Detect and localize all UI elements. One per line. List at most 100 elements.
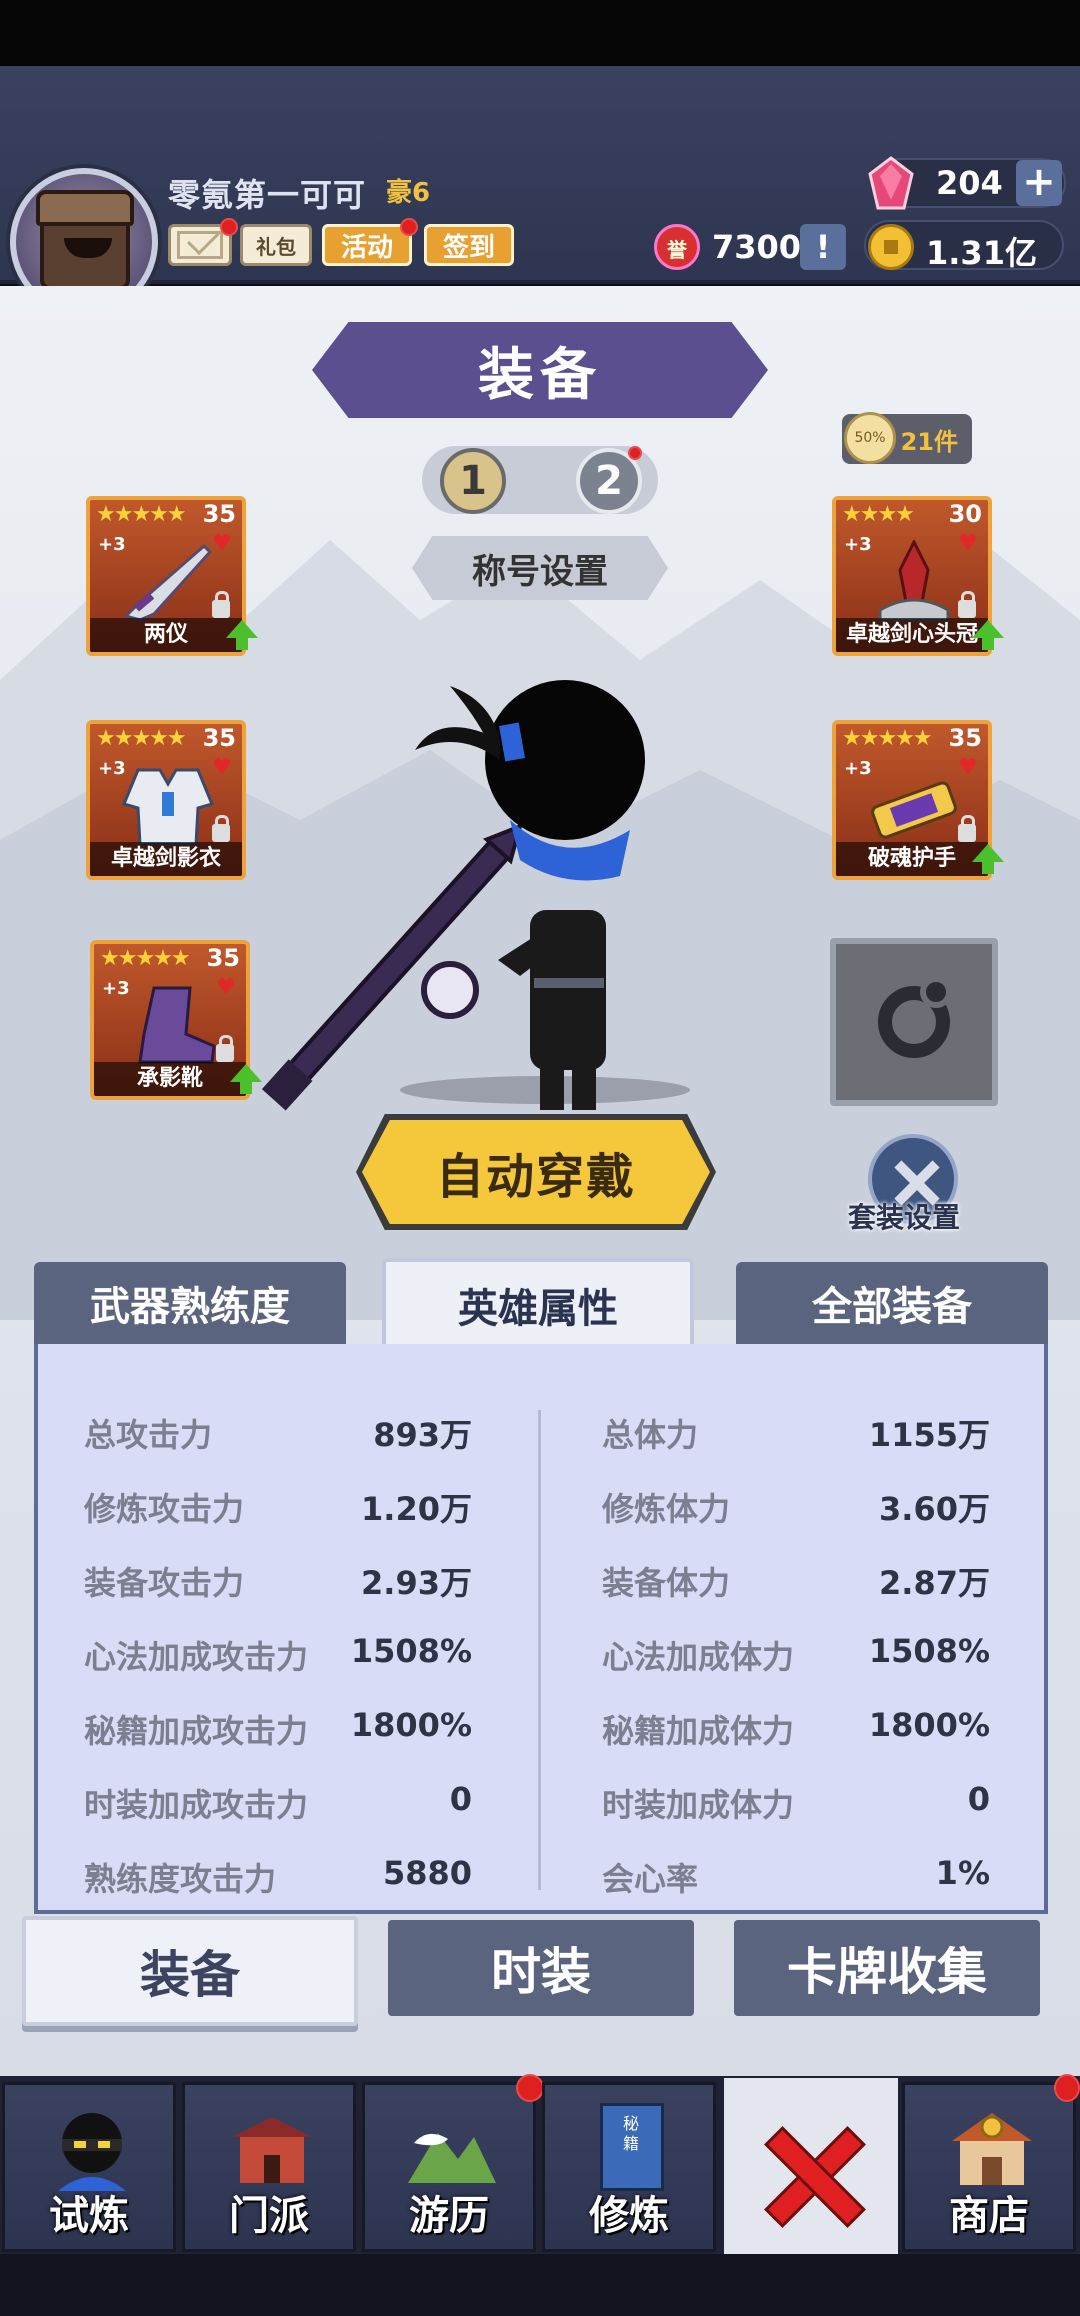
gem-value: 204 (936, 164, 1003, 202)
gauntlet-icon (871, 781, 957, 839)
envelope-icon (177, 231, 223, 259)
stat-value: 893万 (373, 1416, 472, 1454)
gold-value: 1.31亿 (926, 234, 1037, 272)
stat-label: 总攻击力 (84, 1416, 213, 1454)
stat-row: 装备体力 (602, 1558, 730, 1608)
lock-icon (958, 591, 976, 618)
nav-label: 试炼 (49, 2193, 129, 2239)
stat-row: 心法加成体力 (602, 1632, 794, 1682)
category-fashion[interactable]: 时装 (388, 1920, 694, 2016)
gift-pack-button[interactable]: 礼包 (240, 224, 312, 266)
nav-label: 游历 (409, 2193, 489, 2239)
slot-stars: ★★★★★ (96, 502, 187, 527)
stat-value: 1508% (868, 1632, 990, 1670)
pieces-count: 21件 (900, 427, 958, 456)
player-name: 零氪第一可可 (168, 176, 367, 214)
stat-label: 熟练度攻击力 (84, 1860, 277, 1898)
tab-hero-attributes[interactable]: 英雄属性 (382, 1258, 694, 1348)
add-gems-button[interactable]: + (1016, 160, 1062, 206)
stat-row: 修炼体力 (602, 1484, 730, 1534)
nav-label: 门派 (229, 2193, 309, 2239)
loadout-2-notification-dot (628, 446, 642, 460)
stat-row: 时装加成体力 (602, 1780, 794, 1830)
pieces-icon-text: 50% (854, 430, 886, 446)
slot-stars: ★★★★★ (96, 726, 187, 751)
sword-icon (123, 543, 213, 622)
slot-stars: ★★★★★ (100, 946, 191, 971)
stat-value: 1.20万 (361, 1490, 472, 1528)
close-icon[interactable] (760, 2124, 860, 2224)
nav-trial[interactable]: 试炼 (2, 2082, 176, 2252)
stat-value: 1508% (350, 1632, 472, 1670)
mountain-icon (408, 2133, 496, 2183)
stat-row: 装备攻击力 (84, 1558, 244, 1608)
nav-label: 商店 (949, 2193, 1029, 2239)
honor-value: 7300 (712, 228, 802, 266)
nav-sect[interactable]: 门派 (182, 2082, 356, 2252)
stat-row: 会心率 (602, 1854, 698, 1904)
slot-name: 两仪 (90, 618, 242, 652)
honor-info-button[interactable]: ! (800, 224, 846, 270)
stat-value: 1% (935, 1854, 990, 1892)
slot-level: 35 (202, 500, 236, 528)
category-card-collection[interactable]: 卡牌收集 (734, 1920, 1040, 2016)
gauntlet-slot[interactable]: ★★★★★ 35 +3 ♥ 破魂护手 (832, 720, 992, 880)
stat-row: 秘籍加成体力 (602, 1706, 794, 1756)
slot-level: 35 (206, 944, 240, 972)
stat-value: 1800% (350, 1706, 472, 1744)
tab-all-equipment[interactable]: 全部装备 (736, 1262, 1048, 1344)
chest-lid (36, 190, 134, 226)
upgrade-arrow-icon (230, 1064, 262, 1094)
tab-weapon-proficiency[interactable]: 武器熟练度 (34, 1262, 346, 1344)
helmet-slot[interactable]: ★★★★ 30 +3 ♥ 卓越剑心头冠 (832, 496, 992, 656)
stat-label: 修炼攻击力 (84, 1490, 245, 1528)
nav-label: 修炼 (589, 2193, 669, 2239)
slot-name: 卓越剑心头冠 (836, 618, 988, 652)
boots-slot[interactable]: ★★★★★ 35 +3 ♥ 承影靴 (90, 940, 250, 1100)
upgrade-arrow-icon (972, 620, 1004, 650)
empty-accessory-slot[interactable] (830, 938, 998, 1106)
stat-label: 会心率 (602, 1860, 699, 1898)
weapon-slot[interactable]: ★★★★★ 35 +3 ♥ 两仪 (86, 496, 246, 656)
boot-icon (138, 986, 216, 1064)
lock-icon (216, 1035, 234, 1062)
stats-divider (538, 1410, 541, 1890)
book-icon: 秘籍 (600, 2103, 664, 2191)
armor-slot[interactable]: ★★★★★ 35 +3 ♥ 卓越剑影衣 (86, 720, 246, 880)
stat-label: 装备体力 (602, 1564, 731, 1602)
event-button[interactable]: 活动 (322, 224, 412, 266)
temple-icon (232, 2117, 312, 2183)
book-text: 秘籍 (623, 2114, 640, 2153)
system-nav-area (0, 2254, 1080, 2316)
stat-label: 修炼体力 (602, 1490, 731, 1528)
stat-value: 1155万 (868, 1416, 990, 1454)
nav-cultivate[interactable]: 秘籍 修炼 (542, 2082, 716, 2252)
nav-travel[interactable]: 游历 (362, 2082, 536, 2252)
title-setting-button[interactable]: 称号设置 (412, 536, 668, 600)
slot-name: 承影靴 (94, 1062, 246, 1096)
auto-wear-button[interactable]: 自动穿戴 (362, 1120, 710, 1224)
stat-label: 心法加成体力 (602, 1638, 795, 1676)
suit-setting-label: 套装设置 (848, 1201, 961, 1234)
gem-icon (868, 156, 914, 210)
lock-icon (958, 815, 976, 842)
slot-name: 破魂护手 (836, 842, 988, 876)
nav-shop[interactable]: 商店 (902, 2082, 1076, 2252)
shop-icon (952, 2113, 1032, 2185)
slot-stars: ★★★★★ (842, 726, 933, 751)
stat-label: 总体力 (602, 1416, 699, 1454)
stat-value: 5880 (382, 1854, 472, 1892)
signin-button[interactable]: 签到 (424, 224, 514, 266)
category-equipment[interactable]: 装备 (22, 1916, 358, 2026)
helmet-icon (878, 540, 950, 622)
page-title: 装备 (312, 322, 768, 418)
slot-stars: ★★★★ (842, 502, 915, 527)
vip-badge: 豪6 (386, 178, 431, 208)
stat-label: 装备攻击力 (84, 1564, 245, 1602)
status-bar (0, 0, 1080, 66)
loadout-1-button[interactable]: 1 (440, 448, 506, 514)
slot-level: 35 (202, 724, 236, 752)
stat-row: 熟练度攻击力 (84, 1854, 276, 1904)
shop-notification-dot (1054, 2074, 1080, 2102)
stat-row: 总体力 (602, 1410, 698, 1460)
